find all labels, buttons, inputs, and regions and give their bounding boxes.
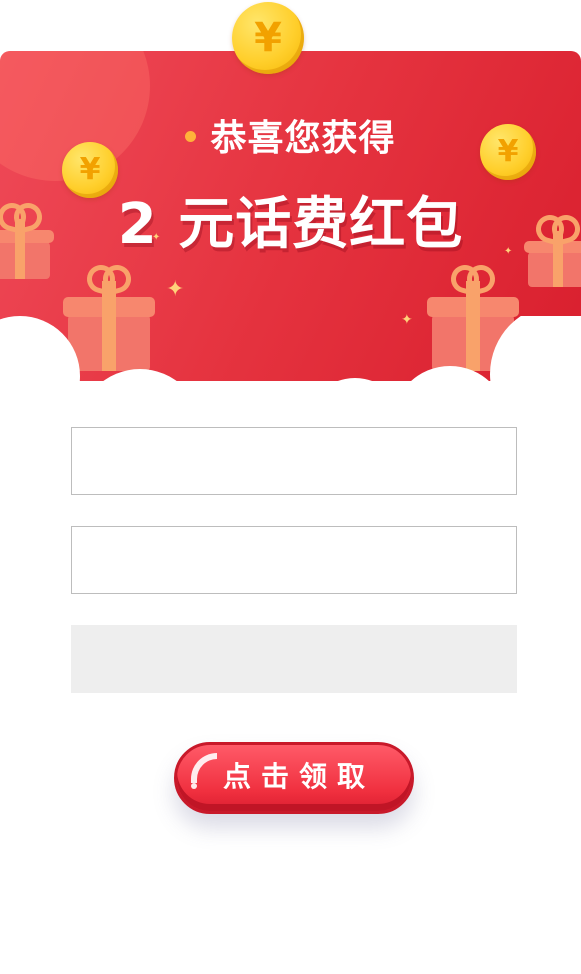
claim-button-label: 点击领取: [222, 760, 375, 793]
coin-icon: ¥: [62, 142, 118, 198]
phone-input[interactable]: [71, 427, 517, 495]
reward-banner: ✦ ✦ ✦ ✦ 恭喜您获得 2 元话费红包: [0, 51, 581, 381]
sparkle-icon: ✦: [166, 277, 185, 302]
yuan-symbol: ¥: [497, 134, 519, 169]
code-input[interactable]: [71, 625, 517, 693]
coin-icon: ¥: [480, 124, 536, 180]
yuan-symbol: ¥: [254, 15, 282, 61]
coin-icon: ¥: [232, 2, 304, 74]
bullet-dot-icon: [185, 130, 197, 142]
congratulations-text: 恭喜您获得: [210, 118, 396, 159]
yuan-symbol: ¥: [79, 152, 101, 187]
button-highlight: [191, 753, 217, 783]
verification-input[interactable]: [71, 526, 517, 594]
button-highlight-dot: [191, 783, 197, 789]
cloud-divider: [0, 316, 581, 381]
claim-button[interactable]: 点击领取: [174, 742, 414, 814]
